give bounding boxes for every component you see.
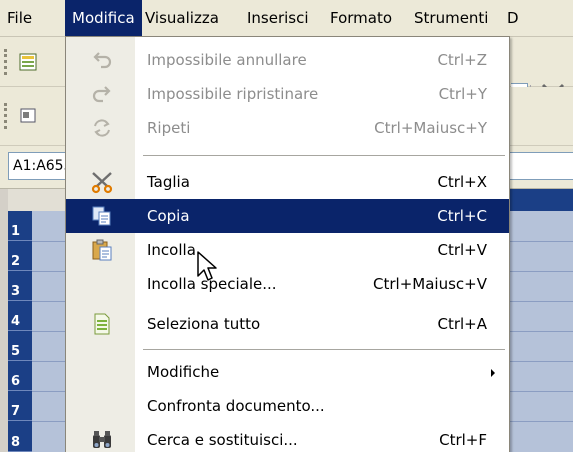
menu-item-select-all[interactable]: Seleziona tutto Ctrl+A [66,307,509,341]
row-header[interactable]: 8 [8,421,32,452]
formula-input[interactable] [510,152,573,180]
column-header-a[interactable] [510,189,573,211]
toolbar-grip[interactable] [4,49,10,75]
menu-item-label: Impossibile ripristinare [147,85,319,103]
menubar: File Modifica Visualizza Inserisci Forma… [0,0,573,37]
binoculars-icon [90,428,114,452]
row-header[interactable]: 6 [8,361,32,391]
menu-item-undo[interactable]: Impossibile annullare Ctrl+Z [66,43,509,77]
menu-item-label: Cerca e sostituisci... [147,431,298,449]
menu-item-label: Incolla speciale... [147,275,277,293]
menu-item-label: Incolla [147,241,196,259]
menu-item-find-replace[interactable]: Cerca e sostituisci... Ctrl+F [66,423,509,452]
menu-item-shortcut: Ctrl+V [437,241,487,259]
copy-icon [90,204,114,228]
name-box[interactable]: A1:A65536 [8,152,66,180]
row-header[interactable]: 5 [8,331,32,361]
menu-item-shortcut: Ctrl+Maiusc+V [373,275,487,293]
row-header[interactable]: 7 [8,391,32,421]
scissors-icon [90,170,114,194]
row-header[interactable]: 4 [8,301,32,331]
menu-d[interactable]: D [500,0,526,36]
menu-item-shortcut: Ctrl+C [437,207,487,225]
undo-icon [90,48,114,72]
menu-item-changes[interactable]: Modifiche [66,355,509,389]
menu-item-redo[interactable]: Impossibile ripristinare Ctrl+Y [66,77,509,111]
paste-icon [90,238,114,262]
submenu-arrow-icon [491,369,495,377]
row-header[interactable]: 3 [8,271,32,301]
menu-item-label: Confronta documento... [147,397,325,415]
menu-item-paste-special[interactable]: Incolla speciale... Ctrl+Maiusc+V [66,267,509,301]
menu-item-shortcut: Ctrl+F [439,431,487,449]
menu-inserisci[interactable]: Inserisci [240,0,316,36]
menu-item-label: Seleziona tutto [147,315,261,333]
menu-separator [143,155,505,156]
edit-menu-dropdown: Impossibile annullare Ctrl+Z Impossibile… [65,36,510,452]
menu-item-cut[interactable]: Taglia Ctrl+X [66,165,509,199]
menu-item-label: Taglia [147,173,190,191]
menu-item-shortcut: Ctrl+X [437,173,487,191]
toolbar-grip[interactable] [4,103,10,129]
repeat-icon [90,116,114,140]
menu-item-repeat[interactable]: Ripeti Ctrl+Maiusc+Y [66,111,509,145]
menu-item-shortcut: Ctrl+A [437,315,487,333]
row-header[interactable]: 2 [8,241,32,271]
menu-separator [143,349,505,350]
menu-item-label: Modifiche [147,363,220,381]
menu-visualizza[interactable]: Visualizza [138,0,226,36]
menu-modifica[interactable]: Modifica [65,0,142,36]
menu-item-shortcut: Ctrl+Z [437,51,487,69]
menu-file[interactable]: File [0,0,39,36]
menu-item-paste[interactable]: Incolla Ctrl+V [66,233,509,267]
menu-item-label: Ripeti [147,119,191,137]
redo-icon [90,82,114,106]
select-all-icon [90,312,114,336]
menu-item-label: Copia [147,207,190,225]
menu-strumenti[interactable]: Strumenti [407,0,495,36]
menu-item-label: Impossibile annullare [147,51,307,69]
menu-formato[interactable]: Formato [323,0,399,36]
edit-file-icon[interactable] [18,51,40,73]
menu-item-shortcut: Ctrl+Y [438,85,487,103]
styles-icon[interactable] [18,105,40,127]
menu-item-copy[interactable]: Copia Ctrl+C [66,199,509,233]
menu-item-compare-document[interactable]: Confronta documento... [66,389,509,423]
row-header[interactable]: 1 [8,211,32,241]
menu-item-shortcut: Ctrl+Maiusc+Y [374,119,487,137]
